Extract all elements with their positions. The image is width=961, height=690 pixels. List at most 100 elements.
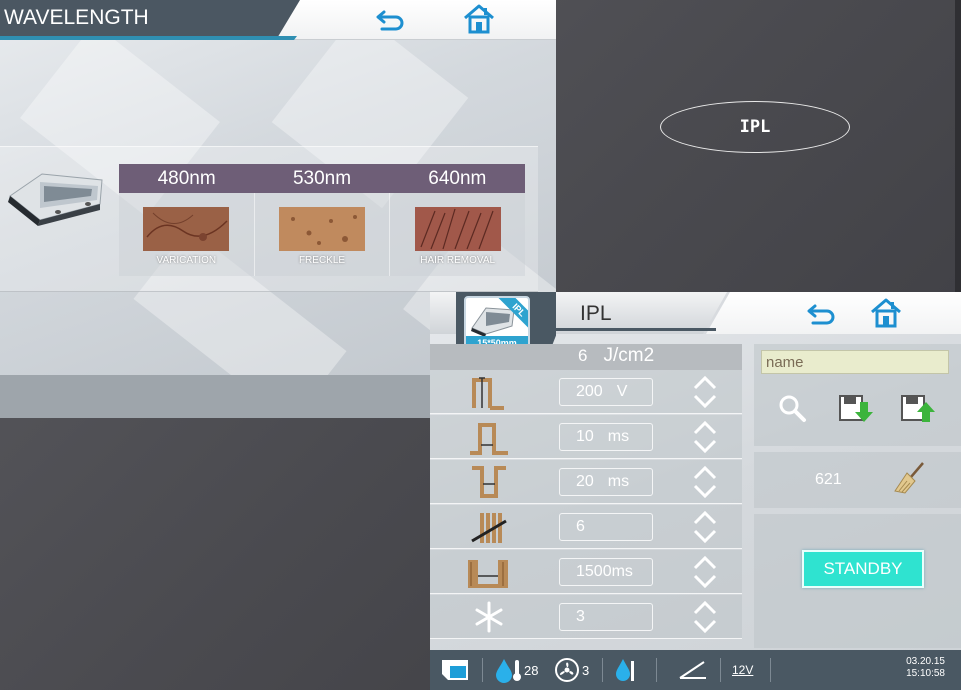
home-icon	[871, 298, 901, 328]
page-title: WAVELENGTH	[0, 0, 300, 40]
voltage-status: 12V	[732, 650, 754, 690]
save-button[interactable]	[900, 392, 936, 424]
water-drop-icon	[616, 659, 634, 681]
wavelength-header-row: 480nm 530nm 640nm	[119, 164, 525, 193]
back-arrow-icon	[807, 304, 835, 325]
status-divider	[656, 658, 657, 682]
save-download-icon	[839, 395, 873, 422]
stepper-arrows-icon[interactable]	[692, 421, 718, 453]
title-accent	[540, 328, 716, 331]
angle-icon	[679, 661, 706, 679]
back-arrow-icon	[376, 10, 404, 31]
search-icon	[779, 395, 806, 422]
pulse-count-icon	[471, 513, 507, 543]
handpiece-angle-status	[678, 650, 708, 690]
cooling-snowflake-icon	[475, 601, 503, 633]
param-row-cooling: 3	[430, 595, 742, 639]
interval-icon	[468, 560, 508, 588]
param-row-delay: 20 ms	[430, 460, 742, 504]
save-upload-icon	[901, 395, 935, 422]
param-value-field[interactable]: 200 V	[559, 378, 653, 406]
voltage-value: 12V	[732, 663, 754, 677]
param-value-field[interactable]: 10 ms	[559, 423, 653, 451]
water-temperature-value: 28	[524, 662, 539, 678]
water-tank-status	[440, 650, 470, 690]
broom-icon	[894, 462, 924, 494]
shot-counter: 621	[815, 471, 842, 488]
energy-value: 6	[578, 346, 588, 365]
stepper-arrows-icon[interactable]	[692, 511, 718, 543]
stepper-arrows-icon[interactable]	[692, 601, 718, 633]
param-value-field[interactable]: 1500 ms	[559, 558, 653, 586]
treatment-label: VARICATION	[156, 255, 217, 266]
fan-icon	[555, 658, 579, 682]
load-button[interactable]	[838, 392, 874, 424]
standby-button[interactable]: STANDBY	[802, 550, 924, 588]
back-button[interactable]	[804, 298, 840, 330]
treatment-varication[interactable]: VARICATION	[119, 193, 255, 276]
clear-counter-button[interactable]	[892, 462, 928, 494]
param-row-interval: 1500 ms	[430, 550, 742, 594]
fan-level-value: 3	[582, 662, 590, 678]
skin-freckle-image	[279, 207, 365, 251]
energy-readout: 6 J/cm2	[560, 342, 740, 370]
treatment-hair-removal[interactable]: HAIR REMOVAL	[390, 193, 525, 276]
home-button[interactable]	[461, 3, 497, 35]
param-value: 200	[576, 383, 603, 400]
param-unit: ms	[611, 563, 633, 580]
status-divider	[602, 658, 603, 682]
treatment-freckle[interactable]: FRECKLE	[255, 193, 391, 276]
search-button[interactable]	[774, 392, 810, 424]
back-button[interactable]	[373, 4, 409, 36]
param-value: 6	[576, 518, 585, 535]
param-unit: V	[616, 383, 628, 400]
status-bar: 28 3 12V 03.20.15 15:10:58	[430, 650, 961, 690]
param-value-field[interactable]: 6	[559, 513, 653, 541]
date-value: 03.20.15	[906, 656, 945, 667]
pulse-delay-icon	[472, 466, 506, 498]
energy-unit: J/cm2	[603, 345, 655, 366]
param-row-pulse-width: 10 ms	[430, 415, 742, 459]
treatment-label: FRECKLE	[298, 255, 346, 266]
page-title: IPL	[580, 302, 612, 325]
param-row-pulse-count: 6	[430, 505, 742, 549]
handpiece-image	[2, 160, 108, 232]
treatment-label: HAIR REMOVAL	[420, 255, 496, 266]
parameter-list: 200 V 10 ms 20 ms 6 1500 ms 3	[430, 370, 742, 648]
param-unit: ms	[607, 428, 630, 445]
wavelength-640: 640nm	[428, 168, 487, 189]
stepper-arrows-icon[interactable]	[692, 466, 718, 498]
title-accent	[0, 36, 297, 40]
name-field[interactable]	[761, 350, 949, 374]
skin-varication-image	[143, 207, 230, 251]
param-value-field[interactable]: 20 ms	[559, 468, 653, 496]
stepper-arrows-icon[interactable]	[692, 376, 718, 408]
status-divider	[770, 658, 771, 682]
wavelength-480: 480nm	[157, 168, 216, 189]
water-temperature-status: 28	[494, 650, 538, 690]
home-icon	[464, 4, 494, 34]
stepper-arrows-icon[interactable]	[692, 556, 718, 588]
treatment-row: VARICATION FRECKLE HAIR REMOVAL	[119, 193, 525, 276]
home-button[interactable]	[868, 297, 904, 329]
wavelength-table: 480nm 530nm 640nm VARICATION FRECKLE HAI…	[119, 164, 525, 276]
param-row-voltage: 200 V	[430, 370, 742, 414]
dc-voltage-icon	[753, 670, 754, 671]
param-value: 1500	[576, 563, 612, 580]
param-value: 3	[576, 608, 585, 625]
clock: 03.20.15 15:10:58	[906, 656, 945, 680]
pulse-width-icon	[470, 423, 508, 455]
status-divider	[720, 658, 721, 682]
voltage-pulse-icon	[472, 377, 504, 410]
status-divider	[482, 658, 483, 682]
param-value-field[interactable]: 3	[559, 603, 653, 631]
ipl-screen: IPL IPL 15*50mm 6 J/cm2 200 V 10 ms 20 m…	[430, 292, 961, 690]
param-value: 10	[576, 428, 594, 445]
header-bar: WAVELENGTH	[0, 0, 556, 40]
ipl-oval-label: IPL	[660, 101, 850, 153]
water-tank-icon	[442, 660, 468, 680]
time-value: 15:10:58	[906, 668, 945, 679]
param-unit: ms	[607, 473, 630, 490]
counter-panel	[754, 452, 961, 508]
fan-status: 3	[554, 650, 589, 690]
